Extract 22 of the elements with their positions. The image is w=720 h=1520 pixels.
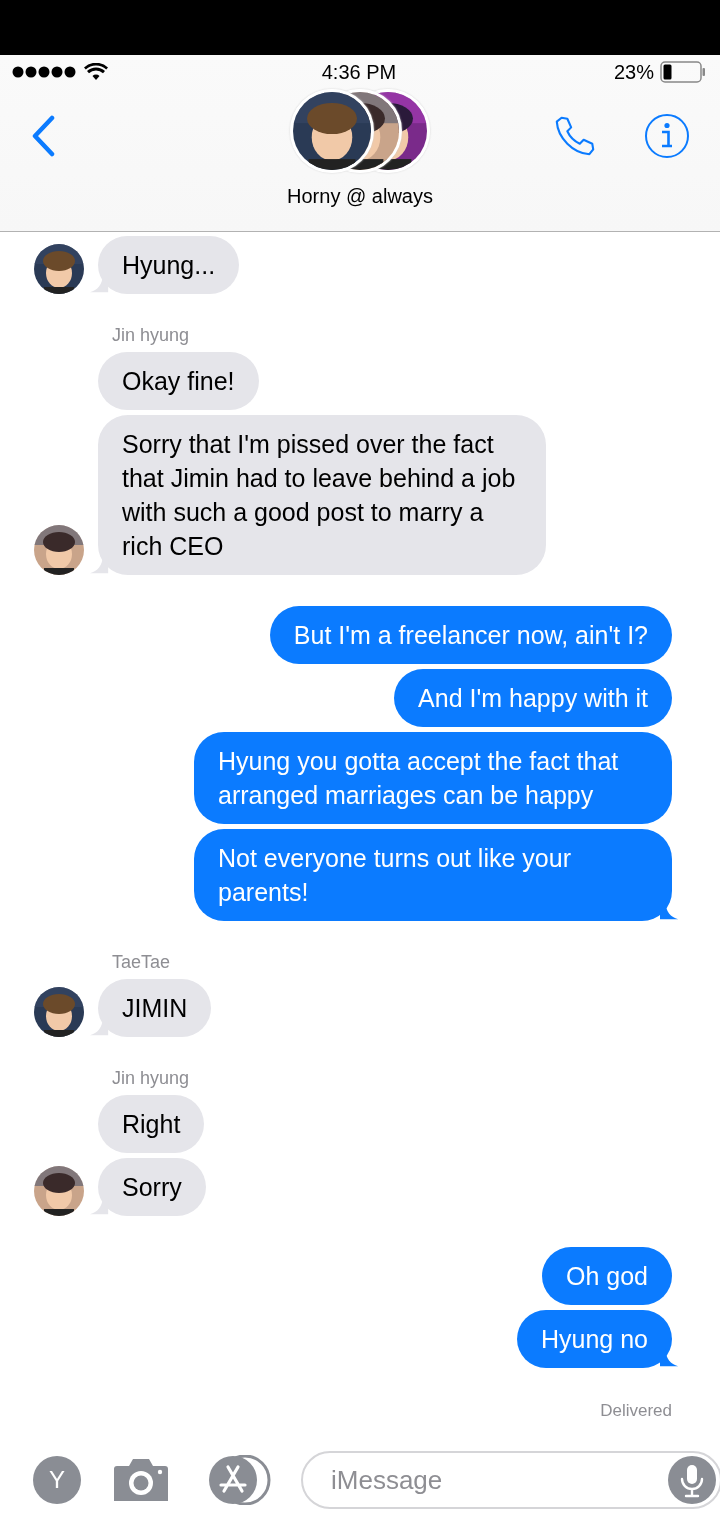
battery-percent: 23% [613, 60, 654, 84]
status-time: 4:36 PM [321, 60, 397, 84]
camera-icon[interactable] [113, 1456, 169, 1504]
message-field[interactable]: iMessage [301, 1451, 720, 1509]
received-message: Right [98, 1095, 205, 1153]
sender-name: TaeTae [112, 952, 171, 973]
message-input[interactable]: iMessage [329, 1463, 668, 1497]
signal-icon [12, 66, 78, 78]
sent-message: And I'm happy with it [394, 669, 672, 727]
sent-message: But I'm a freelancer now, ain't I? [269, 606, 672, 664]
info-icon[interactable] [644, 113, 690, 159]
received-message: Okay fine! [98, 352, 259, 410]
sent-message: Oh god [542, 1247, 672, 1305]
delivery-status: Delivered [600, 1401, 672, 1421]
back-icon[interactable] [30, 115, 56, 157]
sender-name: Jin hyung [112, 325, 190, 346]
battery-icon [660, 61, 706, 83]
sender-name: Jin hyung [112, 1068, 190, 1089]
sent-message: Hyung you gotta accept the fact that arranged marriages can be happy [194, 732, 672, 824]
conversation-title[interactable]: Horny @ always [287, 185, 433, 208]
wifi-icon [84, 63, 108, 81]
microphone-icon[interactable] [668, 1456, 716, 1504]
